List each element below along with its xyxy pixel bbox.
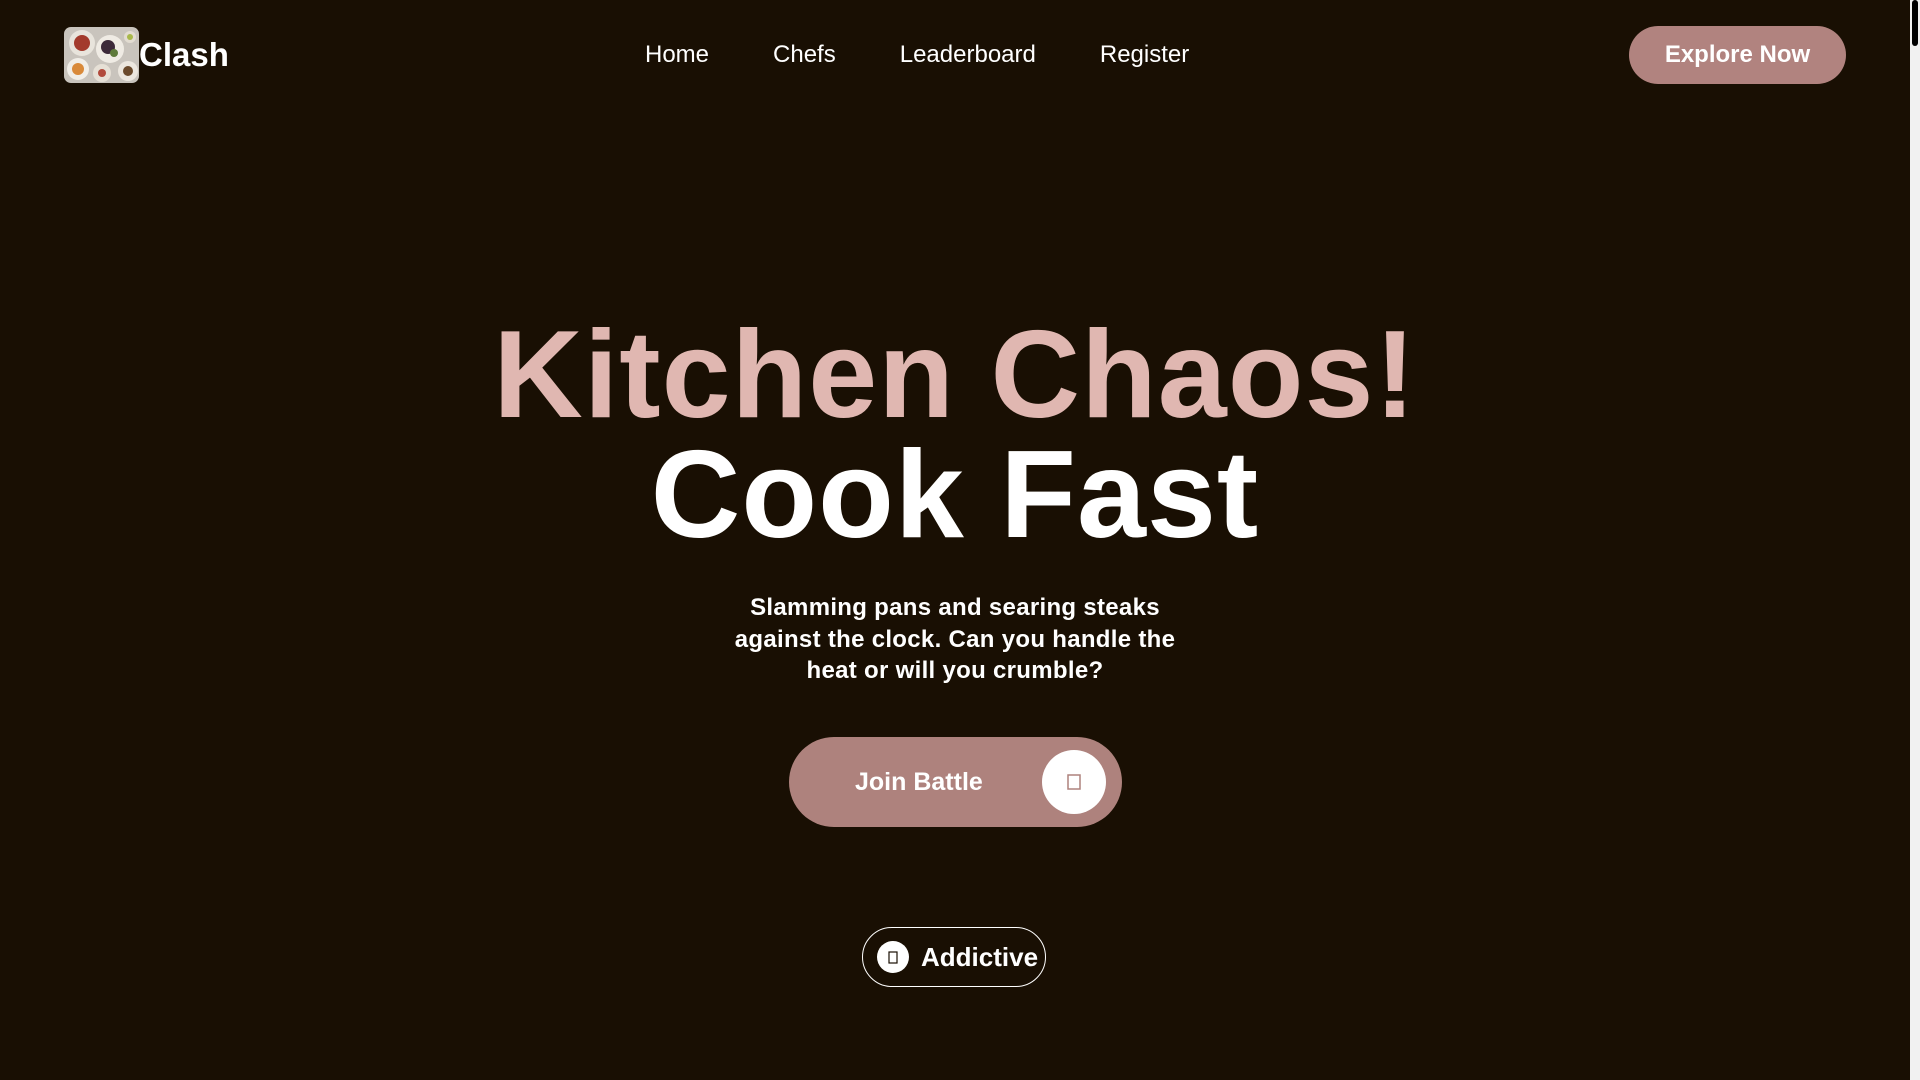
food-platter-logo — [64, 27, 139, 83]
hero-subtitle: Slamming pans and searing steaks against… — [734, 594, 1176, 684]
page-scrollbar[interactable] — [1910, 0, 1920, 1080]
join-battle-label: Join Battle — [855, 768, 983, 796]
scrollbar-thumb[interactable] — [1912, 0, 1918, 46]
hero-title-line-1: Kitchen Chaos! — [493, 306, 1417, 444]
fire-icon — [877, 941, 909, 973]
page: Clash Home Chefs Leaderboard Register Ex… — [0, 0, 1920, 1080]
nav-link-chefs[interactable]: Chefs — [773, 38, 836, 72]
main-nav: Home Chefs Leaderboard Register — [645, 38, 1189, 72]
addictive-badge[interactable]: Addictive — [862, 927, 1046, 987]
nav-link-leaderboard[interactable]: Leaderboard — [900, 38, 1036, 72]
arrow-right-icon — [1042, 750, 1106, 814]
join-battle-button[interactable]: Join Battle — [789, 737, 1122, 827]
explore-now-button[interactable]: Explore Now — [1629, 26, 1846, 84]
top-navbar: Clash Home Chefs Leaderboard Register Ex… — [0, 0, 1910, 110]
hero-title-line-2: Cook Fast — [650, 426, 1260, 564]
nav-link-home[interactable]: Home — [645, 38, 709, 72]
brand-name: Clash — [139, 36, 229, 73]
nav-link-register[interactable]: Register — [1100, 38, 1189, 72]
brand[interactable]: Clash — [64, 27, 229, 83]
addictive-label: Addictive — [921, 942, 1039, 972]
